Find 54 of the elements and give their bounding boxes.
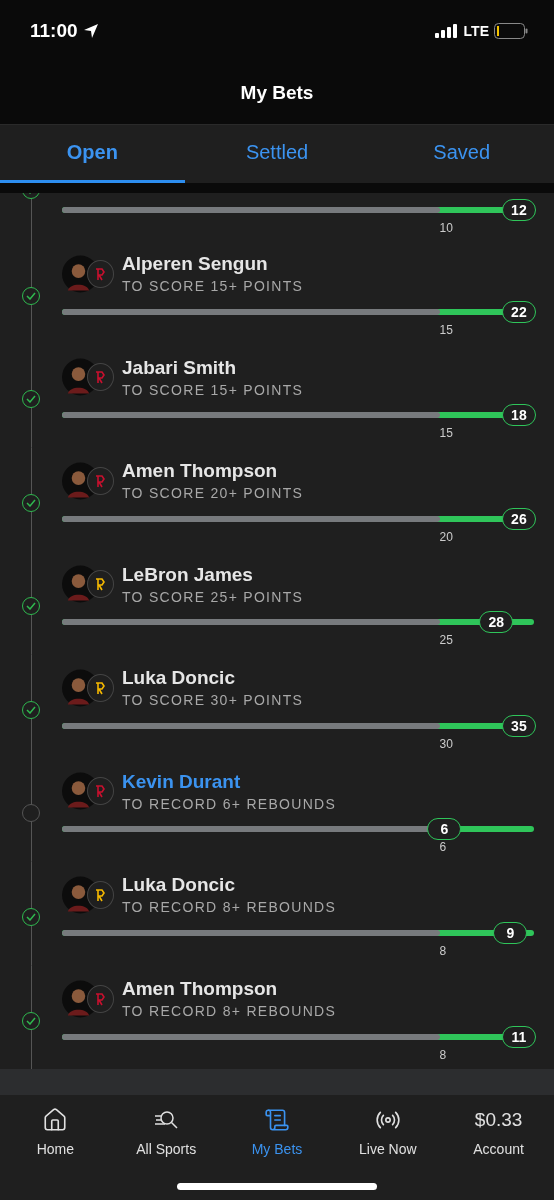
market-label: TO SCORE 15+ POINTS (122, 381, 304, 398)
player-name: LeBron James (122, 563, 254, 586)
line-value: 8 (439, 943, 447, 958)
page-title: My Bets (240, 82, 314, 104)
signal-icon (434, 24, 459, 38)
tab[interactable]: Saved (369, 125, 554, 183)
stat-value: 22 (501, 300, 536, 323)
stat-value: 26 (501, 507, 536, 530)
balance-amount: $0.33 (474, 1108, 523, 1132)
market-label: TO SCORE 20+ POINTS (122, 485, 304, 502)
player-name: Luka Doncic (122, 874, 236, 897)
market-label: TO SCORE 25+ POINTS (122, 588, 304, 605)
clock: 11:00 (30, 20, 78, 42)
line-value: 15 (439, 426, 453, 441)
nav-label: Home (36, 1141, 75, 1157)
nav-label: Account (473, 1141, 524, 1157)
stat-value: 6 (427, 818, 462, 841)
nav-item[interactable]: Home (0, 1107, 111, 1157)
nav-item[interactable]: All Sports (110, 1107, 222, 1157)
player-name: Amen Thompson (122, 978, 279, 1000)
battery-icon (494, 23, 528, 39)
line-value: 20 (439, 529, 453, 544)
nav-item[interactable]: $0.33 Account (443, 1107, 554, 1157)
home-icon (42, 1107, 69, 1133)
market-label: TO RECORD 8+ REBOUNDS (122, 1003, 337, 1019)
market-label: TO SCORE 15+ POINTS (122, 278, 304, 295)
nav-item[interactable]: My Bets (221, 1107, 333, 1157)
location-icon (82, 23, 99, 39)
player-name: Amen Thompson (122, 460, 279, 483)
stat-value: 11 (501, 1025, 536, 1048)
line-value: 8 (439, 1047, 447, 1062)
market-label: TO RECORD 8+ REBOUNDS (122, 899, 337, 916)
nav-item[interactable]: Live Now (332, 1107, 444, 1157)
player-name: Alperen Sengun (122, 253, 269, 276)
tab[interactable]: Settled (184, 125, 370, 183)
line-value: 10 (439, 221, 453, 235)
stat-value: 9 (493, 921, 528, 944)
network-label: LTE (463, 23, 489, 39)
stat-value: 28 (479, 611, 514, 634)
line-value: 6 (439, 840, 447, 855)
line-value: 15 (439, 322, 453, 337)
nav-label: All Sports (136, 1141, 197, 1157)
nav-label: Live Now (359, 1141, 417, 1157)
line-value: 30 (439, 736, 453, 751)
player-name: Kevin Durant (122, 770, 242, 793)
market-label: TO SCORE 30+ POINTS (122, 692, 304, 709)
player-name: Luka Doncic (122, 667, 236, 690)
stat-value: 12 (501, 199, 536, 221)
nav-label: My Bets (251, 1141, 303, 1157)
player-name: Jabari Smith (122, 356, 238, 379)
stat-value: 18 (501, 404, 536, 427)
market-label: TO RECORD 6+ REBOUNDS (122, 795, 337, 812)
stat-value: 35 (501, 714, 536, 737)
line-value: 25 (439, 633, 453, 648)
